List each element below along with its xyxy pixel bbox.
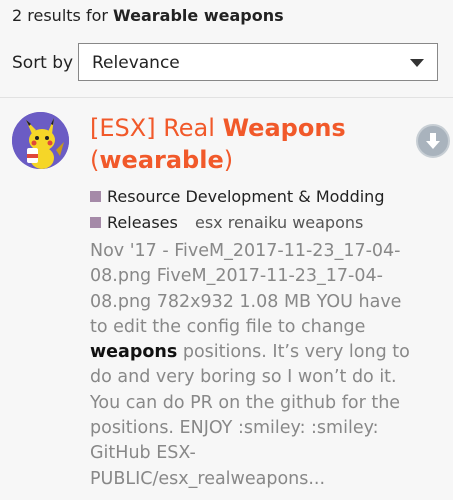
result-title-link[interactable]: [ESX] Real Weapons (wearable) xyxy=(90,112,390,176)
results-summary: 2 results for Wearable weapons xyxy=(12,6,284,25)
chevron-down-icon xyxy=(410,59,424,67)
title-open-paren: ( xyxy=(90,146,100,174)
title-highlight-weapons: Weapons xyxy=(222,114,346,142)
download-arrow-icon[interactable] xyxy=(416,124,450,158)
subcategory-label: Releases xyxy=(107,213,178,232)
search-results-page: 2 results for Wearable weapons Sort by R… xyxy=(0,0,453,500)
title-close-paren: ) xyxy=(223,146,234,174)
pikachu-avatar-icon[interactable] xyxy=(12,112,69,169)
excerpt-highlight: weapons xyxy=(90,342,178,363)
category-square-icon xyxy=(90,191,101,202)
subcategory-square-icon xyxy=(90,217,101,228)
category-link[interactable]: Resource Development & Modding xyxy=(90,187,384,206)
category-label: Resource Development & Modding xyxy=(107,187,385,206)
sort-label: Sort by xyxy=(12,53,74,73)
title-prefix: [ESX] Real xyxy=(90,114,223,142)
sort-selected-value: Relevance xyxy=(92,53,180,73)
result-excerpt: Nov '17 - FiveM_2017-11-23_17-04-08.png … xyxy=(90,239,420,492)
result-tags[interactable]: esx renaiku weapons xyxy=(195,213,363,232)
title-highlight-wearable: wearable xyxy=(99,146,224,174)
divider xyxy=(0,97,453,98)
search-query: Wearable weapons xyxy=(113,6,284,25)
subcategory-link[interactable]: Releases xyxy=(90,213,178,232)
excerpt-text-before: Nov '17 - FiveM_2017-11-23_17-04-08.png … xyxy=(90,241,402,337)
excerpt-text-after: positions. It’s very long to do and very… xyxy=(90,342,410,489)
result-count-text: 2 results for xyxy=(12,6,108,25)
sort-select[interactable]: Relevance xyxy=(78,43,438,81)
